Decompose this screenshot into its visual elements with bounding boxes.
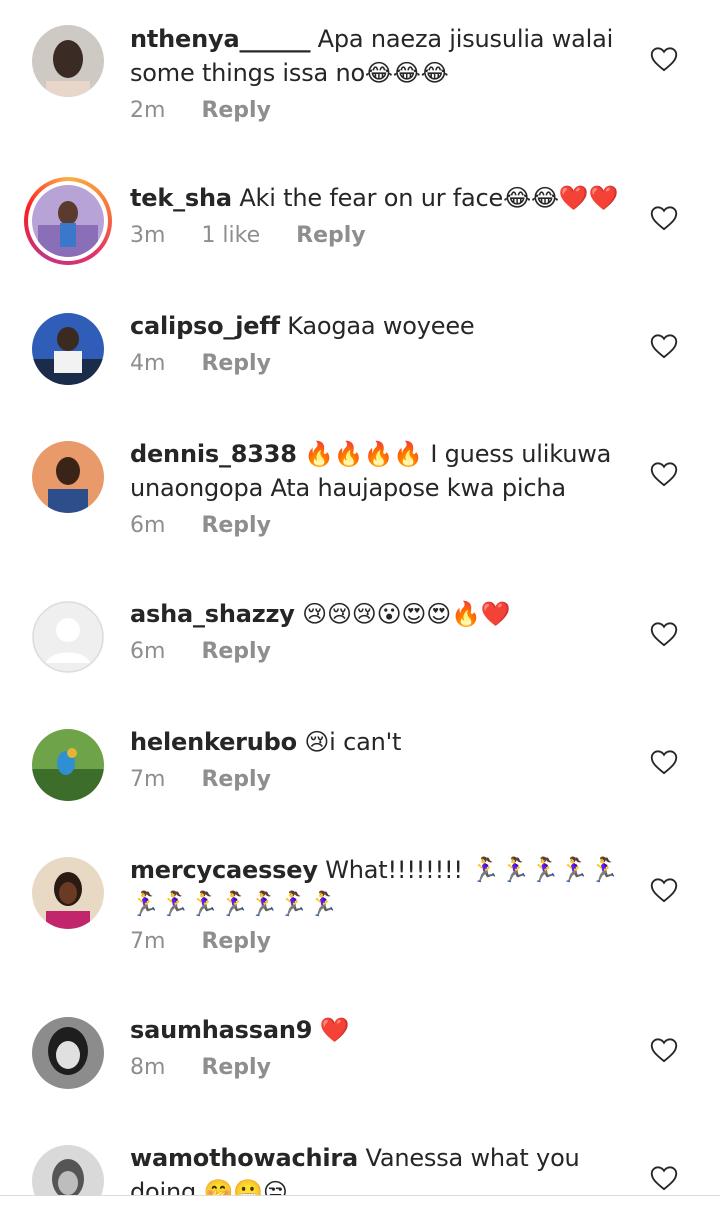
comment-text: helenkerubo 😢i can't xyxy=(130,725,630,759)
comment-likes-count[interactable]: 1 like xyxy=(201,223,260,248)
comment-time: 7m xyxy=(130,767,166,792)
comment-body: dennis_8338 🔥🔥🔥🔥 I guess ulikuwa unaongo… xyxy=(130,437,630,538)
like-heart-icon[interactable] xyxy=(650,749,678,775)
reply-button[interactable]: Reply xyxy=(201,929,271,954)
comment-body: wamothowachira Vanessa what you doing 🤭😬… xyxy=(130,1141,630,1195)
avatar[interactable] xyxy=(32,857,104,929)
reply-button[interactable]: Reply xyxy=(201,639,271,664)
reply-button[interactable]: Reply xyxy=(201,351,271,376)
comment-body: saumhassan9 ❤️ 8m Reply xyxy=(130,1013,630,1080)
comment-username[interactable]: wamothowachira xyxy=(130,1144,358,1172)
like-heart-icon[interactable] xyxy=(650,461,678,487)
avatar[interactable] xyxy=(32,1145,104,1195)
like-heart-icon[interactable] xyxy=(650,46,678,72)
avatar[interactable] xyxy=(32,313,104,385)
comment-text: dennis_8338 🔥🔥🔥🔥 I guess ulikuwa unaongo… xyxy=(130,437,630,505)
reply-button[interactable]: Reply xyxy=(201,98,271,123)
comment-username[interactable]: asha_shazzy xyxy=(130,600,295,628)
comment-body: mercycaessey What!!!!!!!! 🏃‍♀️🏃‍♀️🏃‍♀️🏃‍… xyxy=(130,853,630,954)
comment-text: nthenya______ Apa naeza jisusulia walai … xyxy=(130,22,630,90)
avatar[interactable] xyxy=(32,1017,104,1089)
comment-meta: 6m Reply xyxy=(130,513,630,538)
comment-time: 2m xyxy=(130,98,166,123)
comment-time: 4m xyxy=(130,351,166,376)
comment-time: 7m xyxy=(130,929,166,954)
comment-text: mercycaessey What!!!!!!!! 🏃‍♀️🏃‍♀️🏃‍♀️🏃‍… xyxy=(130,853,630,921)
comment-message: Kaogaa woyeee xyxy=(279,312,475,340)
comment-time: 6m xyxy=(130,639,166,664)
avatar-story-ring[interactable] xyxy=(24,177,112,265)
comment-time: 3m xyxy=(130,223,166,248)
comment-username[interactable]: helenkerubo xyxy=(130,728,297,756)
comment-text: wamothowachira Vanessa what you doing 🤭😬… xyxy=(130,1141,630,1195)
comment-text: calipso_jeff Kaogaa woyeee xyxy=(130,309,630,343)
comment-body: nthenya______ Apa naeza jisusulia walai … xyxy=(130,22,630,123)
comment-message: Aki the fear on ur face😂😂❤️❤️ xyxy=(231,184,619,212)
comment-body: calipso_jeff Kaogaa woyeee 4m Reply xyxy=(130,309,630,376)
reply-button[interactable]: Reply xyxy=(201,767,271,792)
comment-meta: 6m Reply xyxy=(130,639,630,664)
comment-text: tek_sha Aki the fear on ur face😂😂❤️❤️ xyxy=(130,181,630,215)
like-heart-icon[interactable] xyxy=(650,1165,678,1191)
comment-time: 6m xyxy=(130,513,166,538)
avatar[interactable] xyxy=(32,441,104,513)
like-heart-icon[interactable] xyxy=(650,877,678,903)
bottom-divider xyxy=(0,1195,720,1221)
comment-username[interactable]: mercycaessey xyxy=(130,856,318,884)
comment-message: ❤️ xyxy=(312,1016,350,1044)
comment-username[interactable]: tek_sha xyxy=(130,184,232,212)
like-heart-icon[interactable] xyxy=(650,1037,678,1063)
avatar xyxy=(28,181,108,261)
comment-message: 😢i can't xyxy=(296,728,402,756)
reply-button[interactable]: Reply xyxy=(201,513,271,538)
avatar-default[interactable] xyxy=(32,601,104,673)
reply-button[interactable]: Reply xyxy=(296,223,366,248)
like-heart-icon[interactable] xyxy=(650,333,678,359)
comment-username[interactable]: nthenya______ xyxy=(130,25,310,53)
comment-meta: 8m Reply xyxy=(130,1055,630,1080)
comment-meta: 3m 1 like Reply xyxy=(130,223,630,248)
comment-meta: 2m Reply xyxy=(130,98,630,123)
comment-time: 8m xyxy=(130,1055,166,1080)
comment-username[interactable]: saumhassan9 xyxy=(130,1016,312,1044)
comment-username[interactable]: dennis_8338 xyxy=(130,440,297,468)
avatar[interactable] xyxy=(32,25,104,97)
comment-username[interactable]: calipso_jeff xyxy=(130,312,280,340)
comment-meta: 7m Reply xyxy=(130,929,630,954)
comment-meta: 7m Reply xyxy=(130,767,630,792)
comment-body: asha_shazzy 😢😢😢😮😍😍🔥❤️ 6m Reply xyxy=(130,597,630,664)
avatar[interactable] xyxy=(32,729,104,801)
comment-body: tek_sha Aki the fear on ur face😂😂❤️❤️ 3m… xyxy=(130,181,630,248)
like-heart-icon[interactable] xyxy=(650,205,678,231)
comment-text: saumhassan9 ❤️ xyxy=(130,1013,630,1047)
comment-text: asha_shazzy 😢😢😢😮😍😍🔥❤️ xyxy=(130,597,630,631)
comment-message: 😢😢😢😮😍😍🔥❤️ xyxy=(294,600,511,628)
comments-list: nthenya______ Apa naeza jisusulia walai … xyxy=(0,0,720,1195)
like-heart-icon[interactable] xyxy=(650,621,678,647)
reply-button[interactable]: Reply xyxy=(201,1055,271,1080)
comment-meta: 4m Reply xyxy=(130,351,630,376)
comment-body: helenkerubo 😢i can't 7m Reply xyxy=(130,725,630,792)
